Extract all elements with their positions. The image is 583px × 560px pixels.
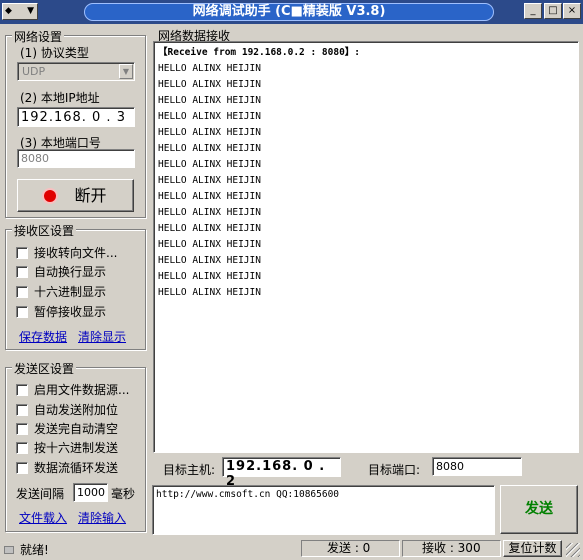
receive-line: HELLO ALINX HEIJIN [158,79,261,90]
receive-text-area[interactable]: 【Receive from 192.168.0.2 : 8080】: HELLO… [153,41,579,453]
status-indicator: 就绪! [4,541,49,558]
status-icon [4,546,14,554]
checkbox-label: 十六进制显示 [34,285,107,299]
send-interval-label: 发送间隔 [16,487,65,501]
clear-display-link[interactable]: 清除显示 [78,328,126,345]
target-port-label: 目标端口: [368,463,421,477]
checkbox-label: 自动发送附加位 [34,403,119,417]
receive-lines: HELLO ALINX HEIJIN HELLO ALINX HEIJIN HELL… [158,61,578,301]
auto-append-checkbox[interactable]: 自动发送附加位 [16,401,118,417]
receive-line: HELLO ALINX HEIJIN [158,191,261,202]
save-data-link[interactable]: 保存数据 [19,328,67,345]
status-text: 就绪! [20,543,49,557]
checkbox-label: 启用文件数据源... [34,383,130,397]
checkbox-box[interactable] [16,266,28,278]
local-ip-label: (2) 本地IP地址 [20,91,100,105]
checkbox-box[interactable] [16,423,28,435]
disconnect-button[interactable]: 断开 [17,179,134,212]
receive-line: HELLO ALINX HEIJIN [158,63,261,74]
checkbox-label: 按十六进制发送 [34,441,119,455]
interval-unit: 毫秒 [111,487,136,501]
auto-clear-checkbox[interactable]: 发送完自动清空 [16,420,118,436]
checkbox-box[interactable] [16,404,28,416]
loop-send-checkbox[interactable]: 数据流循环发送 [16,459,118,475]
send-interval-input[interactable]: 1000 [73,483,108,502]
checkbox-label: 暂停接收显示 [34,305,107,319]
receive-line: HELLO ALINX HEIJIN [158,207,261,218]
checkbox-box[interactable] [16,247,28,259]
window-title: 网络调试助手 (C■精装版 V3.8) [84,3,494,21]
checkbox-label: 接收转向文件... [34,246,118,260]
hex-send-checkbox[interactable]: 按十六进制发送 [16,439,118,455]
disconnect-label: 断开 [74,186,107,205]
local-port-input[interactable]: 8080 [17,149,135,168]
target-host-label: 目标主机: [163,463,216,477]
receive-to-file-checkbox[interactable]: 接收转向文件... [16,244,117,260]
minimize-button[interactable]: _ [524,3,542,19]
checkbox-box[interactable] [16,462,28,474]
checkbox-box[interactable] [16,442,28,454]
target-port-input[interactable]: 8080 [432,457,522,476]
auto-wrap-checkbox[interactable]: 自动换行显示 [16,263,106,279]
target-host-input[interactable]: 192.168. 0 . 2 [222,457,341,489]
receive-line: HELLO ALINX HEIJIN [158,223,261,234]
system-menu-button[interactable]: ◆ ▼ [2,3,38,20]
checkbox-label: 自动换行显示 [34,265,107,279]
receive-line: HELLO ALINX HEIJIN [158,127,261,138]
chevron-down-icon: ▼ [27,6,34,16]
send-count: 发送 : 0 [301,540,400,557]
maximize-button[interactable]: □ [544,3,562,19]
receive-line: HELLO ALINX HEIJIN [158,175,261,186]
send-button[interactable]: 发送 [500,485,578,534]
receive-header-line: 【Receive from 192.168.0.2 : 8080】: [158,47,361,58]
checkbox-label: 发送完自动清空 [34,422,119,436]
protocol-value: UDP [22,65,46,78]
app-icon: ◆ [5,6,12,16]
title-bar: ◆ ▼ 网络调试助手 (C■精装版 V3.8) _ □ × [0,0,583,24]
checkbox-box[interactable] [16,306,28,318]
file-datasource-checkbox[interactable]: 启用文件数据源... [16,381,129,397]
receive-settings-title: 接收区设置 [12,222,77,239]
checkbox-box[interactable] [16,384,28,396]
local-ip-input[interactable]: 192.168. 0 . 3 [17,107,135,127]
file-load-link[interactable]: 文件载入 [19,509,67,526]
receive-line: HELLO ALINX HEIJIN [158,111,261,122]
receive-line: HELLO ALINX HEIJIN [158,255,261,266]
pause-display-checkbox[interactable]: 暂停接收显示 [16,303,106,319]
send-settings-title: 发送区设置 [12,360,77,377]
receive-line: HELLO ALINX HEIJIN [158,159,261,170]
clear-input-link[interactable]: 清除输入 [78,509,126,526]
close-button[interactable]: × [563,3,581,19]
receive-line: HELLO ALINX HEIJIN [158,287,261,298]
checkbox-label: 数据流循环发送 [34,461,119,475]
receive-line: HELLO ALINX HEIJIN [158,271,261,282]
checkbox-box[interactable] [16,286,28,298]
protocol-label: (1) 协议类型 [20,46,89,60]
record-icon [44,190,57,202]
receive-line: HELLO ALINX HEIJIN [158,95,261,106]
protocol-select[interactable]: UDP ▼ [17,62,135,81]
receive-line: HELLO ALINX HEIJIN [158,239,261,250]
hex-display-checkbox[interactable]: 十六进制显示 [16,283,106,299]
resize-grip[interactable] [566,543,580,557]
send-text-area[interactable]: http://www.cmsoft.cn QQ:10865600 [152,485,495,535]
chevron-down-icon[interactable]: ▼ [119,64,133,79]
reset-count-button[interactable]: 复位计数 [503,540,562,557]
network-settings-title: 网络设置 [12,28,65,45]
receive-count: 接收 : 300 [402,540,501,557]
receive-line: HELLO ALINX HEIJIN [158,143,261,154]
